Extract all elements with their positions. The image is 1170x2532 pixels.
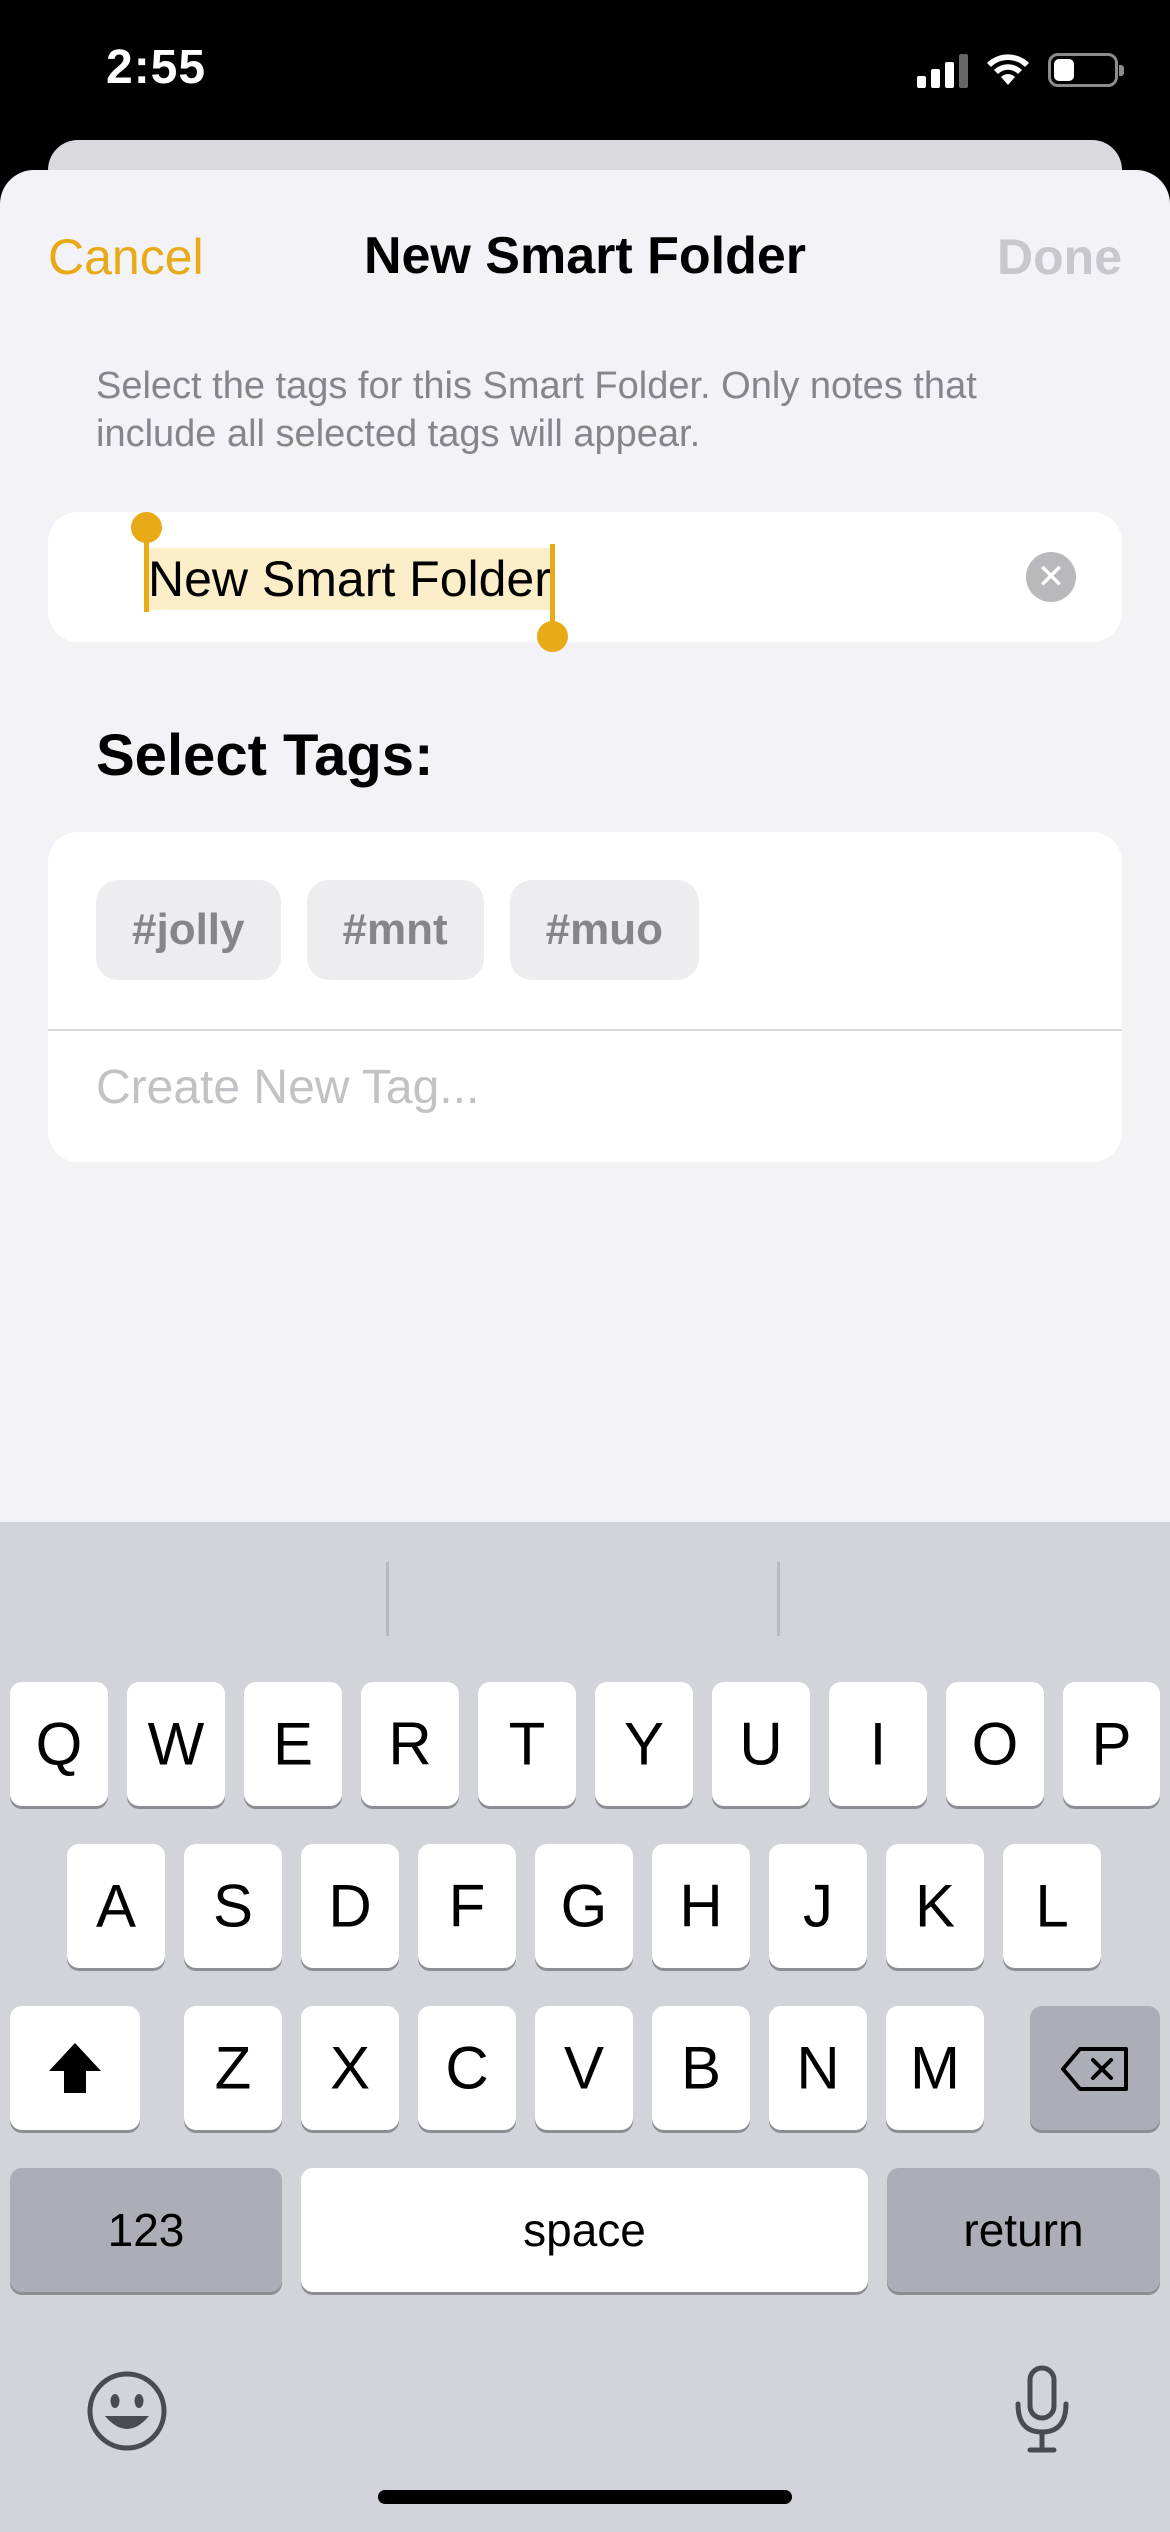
- create-new-tag-input[interactable]: Create New Tag...: [96, 1060, 479, 1115]
- delete-key[interactable]: [1030, 2006, 1160, 2130]
- key-r[interactable]: R: [361, 1682, 459, 1806]
- key-b[interactable]: B: [652, 2006, 750, 2130]
- space-key[interactable]: space: [301, 2168, 868, 2292]
- folder-name-field[interactable]: New Smart Folder ✕: [48, 512, 1122, 652]
- folder-name-input[interactable]: New Smart Folder: [146, 548, 553, 610]
- description-text: Select the tags for this Smart Folder. O…: [96, 365, 977, 455]
- key-v[interactable]: V: [535, 2006, 633, 2130]
- emoji-icon[interactable]: [86, 2370, 168, 2452]
- key-w[interactable]: W: [127, 1682, 225, 1806]
- return-key[interactable]: return: [887, 2168, 1160, 2292]
- key-y[interactable]: Y: [595, 1682, 693, 1806]
- home-indicator[interactable]: [378, 2490, 792, 2504]
- select-tags-heading: Select Tags:: [96, 723, 434, 788]
- tag-chip[interactable]: #mnt: [306, 880, 484, 980]
- done-button[interactable]: Done: [997, 228, 1122, 286]
- key-t[interactable]: T: [478, 1682, 576, 1806]
- cancel-button[interactable]: Cancel: [48, 228, 204, 286]
- key-k[interactable]: K: [886, 1844, 984, 1968]
- numbers-key[interactable]: 123: [10, 2168, 282, 2292]
- key-h[interactable]: H: [652, 1844, 750, 1968]
- key-m[interactable]: M: [886, 2006, 984, 2130]
- cellular-signal-icon: [917, 52, 968, 88]
- status-icons: [917, 52, 1124, 88]
- key-j[interactable]: J: [769, 1844, 867, 1968]
- tag-chip[interactable]: #jolly: [96, 880, 281, 980]
- keyboard: Q W E R T Y U I O P A S D F G H J K L Z …: [0, 1522, 1170, 2532]
- key-c[interactable]: C: [418, 2006, 516, 2130]
- tag-chip[interactable]: #muo: [509, 880, 699, 980]
- key-u[interactable]: U: [712, 1682, 810, 1806]
- tag-list: #jolly #mnt #muo: [96, 880, 699, 980]
- nav-bar: Cancel New Smart Folder Done: [0, 170, 1170, 340]
- backspace-icon: [1061, 2047, 1128, 2091]
- key-s[interactable]: S: [184, 1844, 282, 1968]
- key-e[interactable]: E: [244, 1682, 342, 1806]
- prediction-divider: [386, 1562, 389, 1636]
- shift-icon: [49, 2043, 101, 2093]
- clear-text-icon[interactable]: ✕: [1026, 552, 1076, 602]
- prediction-divider: [777, 1562, 780, 1636]
- selection-start-handle[interactable]: [131, 512, 162, 612]
- key-d[interactable]: D: [301, 1844, 399, 1968]
- wifi-icon: [987, 54, 1029, 85]
- status-time: 2:55: [106, 41, 207, 94]
- key-l[interactable]: L: [1003, 1844, 1101, 1968]
- key-q[interactable]: Q: [10, 1682, 108, 1806]
- key-a[interactable]: A: [67, 1844, 165, 1968]
- key-z[interactable]: Z: [184, 2006, 282, 2130]
- battery-icon: [1048, 53, 1124, 87]
- tags-card: #jolly #mnt #muo Create New Tag...: [48, 832, 1122, 1162]
- key-n[interactable]: N: [769, 2006, 867, 2130]
- microphone-icon[interactable]: [1010, 2364, 1074, 2456]
- key-i[interactable]: I: [829, 1682, 927, 1806]
- key-o[interactable]: O: [946, 1682, 1044, 1806]
- divider: [48, 1029, 1122, 1031]
- status-bar: 2:55: [0, 0, 1170, 150]
- selection-end-handle[interactable]: [537, 544, 568, 652]
- key-g[interactable]: G: [535, 1844, 633, 1968]
- key-p[interactable]: P: [1063, 1682, 1160, 1806]
- key-f[interactable]: F: [418, 1844, 516, 1968]
- shift-key[interactable]: [10, 2006, 140, 2130]
- key-x[interactable]: X: [301, 2006, 399, 2130]
